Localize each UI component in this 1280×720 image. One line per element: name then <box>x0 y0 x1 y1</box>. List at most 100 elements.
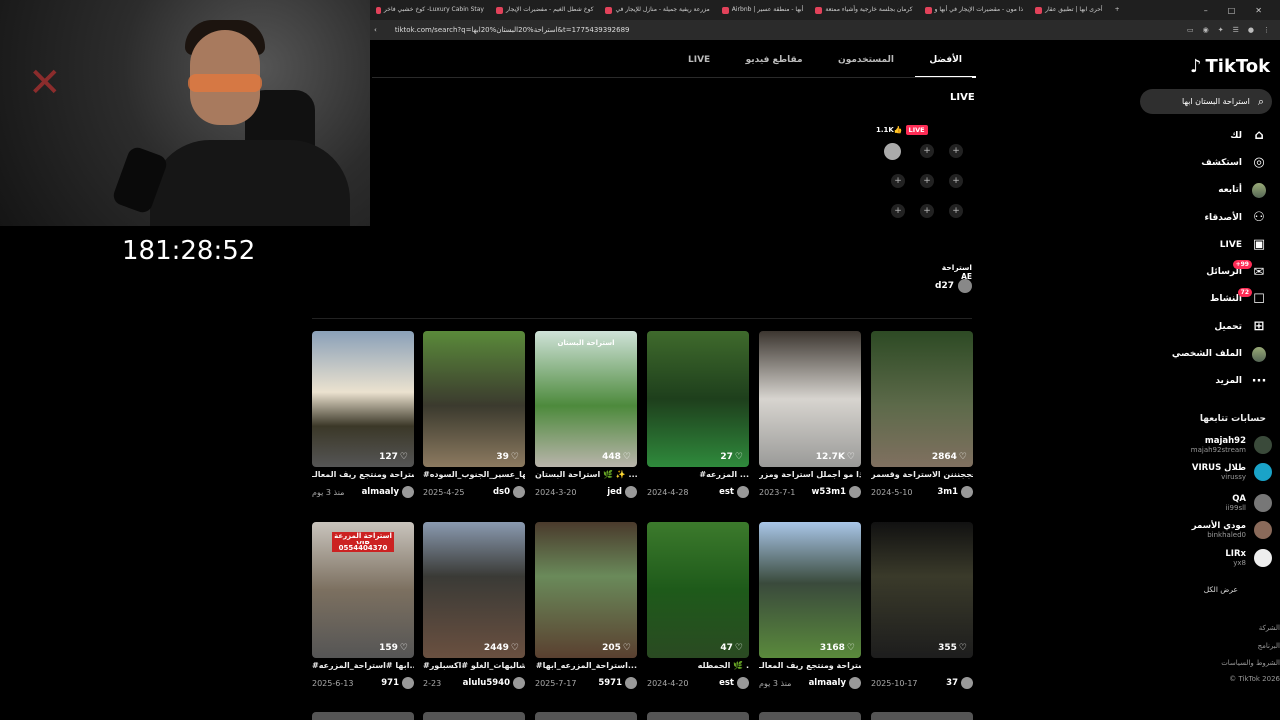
author-avatar[interactable] <box>513 486 525 498</box>
video-author[interactable]: jed <box>607 486 637 498</box>
tab-label[interactable]: ذا مون - مقضيرات الإيجار في أبها و <box>935 0 1024 20</box>
author-name[interactable]: 37 <box>946 678 958 688</box>
video-caption[interactable]: تجججنننن الاستراحة وقسمر... <box>871 470 973 483</box>
account-avatar[interactable] <box>1254 463 1272 481</box>
video-author[interactable]: 3m1 <box>937 486 973 498</box>
author-name[interactable]: ds0 <box>493 487 510 497</box>
minimize-icon[interactable]: – <box>1204 6 1208 15</box>
video-thumbnail[interactable]: 47 ♡ <box>647 522 749 658</box>
video-card[interactable]: 127♡ استراحة ومنتجع ريف المعالـ... منذ 3 ي… <box>312 331 414 498</box>
search-tab[interactable]: الأفضل <box>915 55 976 79</box>
video-author[interactable]: w53m1 <box>812 486 861 498</box>
video-thumbnail-partial[interactable] <box>871 712 973 720</box>
video-thumbnail[interactable]: 127 ♡ <box>312 331 414 467</box>
tab-label[interactable]: Airbnb | أبها - منطقة عسير <box>732 0 804 20</box>
extension-icon[interactable]: ◉ <box>1203 26 1209 34</box>
footer-link[interactable]: © TikTok 2026 <box>1229 675 1280 683</box>
browser-tab[interactable]: كوخ خشبي فاخر -Luxury Cabin Stay <box>370 0 490 20</box>
live-badges[interactable]: 1.1K👍 LIVE <box>876 125 928 135</box>
video-caption[interactable]: #ابها #استراحة_المزرعه... <box>312 661 414 674</box>
video-thumbnail-partial[interactable] <box>647 712 749 720</box>
add-placeholder-icon[interactable]: + <box>949 144 963 158</box>
add-placeholder-icon[interactable]: + <box>891 174 905 188</box>
video-author[interactable]: ds0 <box>493 486 525 498</box>
video-thumbnail-partial[interactable] <box>759 712 861 720</box>
author-avatar[interactable] <box>625 486 637 498</box>
video-caption[interactable]: #المزرعه ... <box>647 470 749 483</box>
browser-tab[interactable]: كوخ شطل الغيم - مفضيرات الإيجار <box>490 0 599 20</box>
tiktok-logo[interactable]: ♪ TikTok <box>1190 56 1270 77</box>
following-account[interactable]: majah92 majah92stream <box>1132 436 1272 454</box>
video-thumbnail-partial[interactable] <box>535 712 637 720</box>
browser-tab[interactable]: أحرى ابها | تطبيق عقار <box>1029 0 1109 20</box>
author-avatar[interactable] <box>849 486 861 498</box>
result-user[interactable]: d27 <box>930 279 972 293</box>
following-account[interactable]: QA ii99sll <box>1132 494 1272 512</box>
sidebar-item[interactable]: الملف الشخصي <box>1150 340 1270 367</box>
add-placeholder-icon[interactable]: + <box>920 174 934 188</box>
video-author[interactable]: 971 <box>381 677 414 689</box>
video-card[interactable]: 12.7K♡ اذا مو أجملل استراحة ومزر... 2023-7… <box>759 331 861 498</box>
video-thumbnail[interactable]: 205 ♡ <box>535 522 637 658</box>
video-card[interactable]: 2864♡ تجججنننن الاستراحة وقسمر... 2024-5-1… <box>871 331 973 498</box>
author-name[interactable]: jed <box>607 487 622 497</box>
following-account[interactable]: VIRUS طلال virussy <box>1132 463 1272 481</box>
video-caption[interactable]: استراحة ومنتجع ريف المعالـ... <box>759 661 861 674</box>
add-placeholder-icon[interactable]: + <box>920 204 934 218</box>
account-avatar[interactable] <box>1254 494 1272 512</box>
result-user-avatar[interactable] <box>958 279 972 293</box>
video-thumbnail[interactable]: 159♡استراحة المزرعة VIP0554404370 <box>312 522 414 658</box>
account-avatar[interactable] <box>1254 521 1272 539</box>
tab-label[interactable]: كرمان بجلسة خارجية وأشياء ممتعة <box>825 0 912 20</box>
author-avatar[interactable] <box>402 486 414 498</box>
author-name[interactable]: est <box>719 678 734 688</box>
video-caption[interactable]: #ابها_عسير_الجنوب_السوده <box>423 470 525 483</box>
result-username[interactable]: d27 <box>935 281 954 291</box>
video-card[interactable]: 2449♡ #شاليهات_الغلو #اكسبلور... 2-23 alulu… <box>423 522 525 689</box>
video-thumbnail-partial[interactable] <box>423 712 525 720</box>
footer-link[interactable]: البرنامج <box>1258 642 1280 650</box>
video-card[interactable]: 47 ♡ الحمطله 🌿 . 2024-4-20 est <box>647 522 749 689</box>
browser-tab[interactable]: مزرعة ريفية جميلة - منازل للإيجار في <box>599 0 715 20</box>
author-avatar[interactable] <box>961 677 973 689</box>
account-avatar[interactable] <box>1254 549 1272 567</box>
sidebar-item[interactable]: المزيد ··· <box>1150 368 1270 395</box>
sidebar-item[interactable]: LIVE ▣ <box>1150 231 1270 258</box>
sidebar-item[interactable]: تحميل ⊞ <box>1150 313 1270 340</box>
extension-icon[interactable]: ▭ <box>1187 26 1194 34</box>
author-name[interactable]: 3m1 <box>937 487 958 497</box>
tab-label[interactable]: كوخ شطل الغيم - مفضيرات الإيجار <box>506 0 593 20</box>
following-account[interactable]: LIRx yx8 <box>1132 549 1272 567</box>
sidebar-item[interactable]: استكشف ◎ <box>1150 149 1270 176</box>
video-card[interactable]: 27 ♡ #المزرعه ... 2024-4-28 est <box>647 331 749 498</box>
author-avatar[interactable] <box>737 677 749 689</box>
video-card[interactable]: 3168♡ استراحة ومنتجع ريف المعالـ... منذ 3 … <box>759 522 861 689</box>
author-name[interactable]: 971 <box>381 678 399 688</box>
search-input[interactable]: استراحة البستان ابها ⌕ <box>1140 89 1272 114</box>
author-avatar[interactable] <box>625 677 637 689</box>
video-thumbnail[interactable]: 2449 ♡ <box>423 522 525 658</box>
search-tab[interactable]: المستخدمون <box>830 55 902 79</box>
add-placeholder-icon[interactable]: + <box>949 204 963 218</box>
add-placeholder-icon[interactable]: + <box>891 204 905 218</box>
search-value[interactable]: استراحة البستان ابها <box>1182 97 1250 106</box>
author-name[interactable]: 5971 <box>598 678 622 688</box>
author-name[interactable]: almaaly <box>362 487 399 497</box>
tab-label[interactable]: كوخ خشبي فاخر -Luxury Cabin Stay <box>384 0 484 20</box>
following-account[interactable]: مودي الأسمر binkhaled0 <box>1132 521 1272 539</box>
url-text[interactable]: tiktok.com/search?q=استراحة%20البستان%20… <box>395 26 630 34</box>
video-card[interactable]: 448 ♡ استراحة البستان استراحة البستان 🌿 ✨ .… <box>535 331 637 498</box>
video-thumbnail[interactable]: 27 ♡ <box>647 331 749 467</box>
search-tab[interactable]: مقاطع فيديو <box>738 55 811 79</box>
author-name[interactable]: alulu5940 <box>463 678 510 688</box>
author-avatar[interactable] <box>513 677 525 689</box>
video-author[interactable]: almaaly <box>362 486 414 498</box>
author-name[interactable]: est <box>719 487 734 497</box>
video-author[interactable]: almaaly <box>809 677 861 689</box>
video-card[interactable]: 39 ♡ #ابها_عسير_الجنوب_السوده 2025-4-25 ds0 <box>423 331 525 498</box>
maximize-icon[interactable]: □ <box>1228 6 1236 15</box>
browser-tab[interactable]: Airbnb | أبها - منطقة عسير <box>716 0 810 20</box>
video-thumbnail-partial[interactable] <box>312 712 414 720</box>
video-caption[interactable]: #شاليهات_الغلو #اكسبلور... <box>423 661 525 674</box>
video-author[interactable]: est <box>719 486 749 498</box>
